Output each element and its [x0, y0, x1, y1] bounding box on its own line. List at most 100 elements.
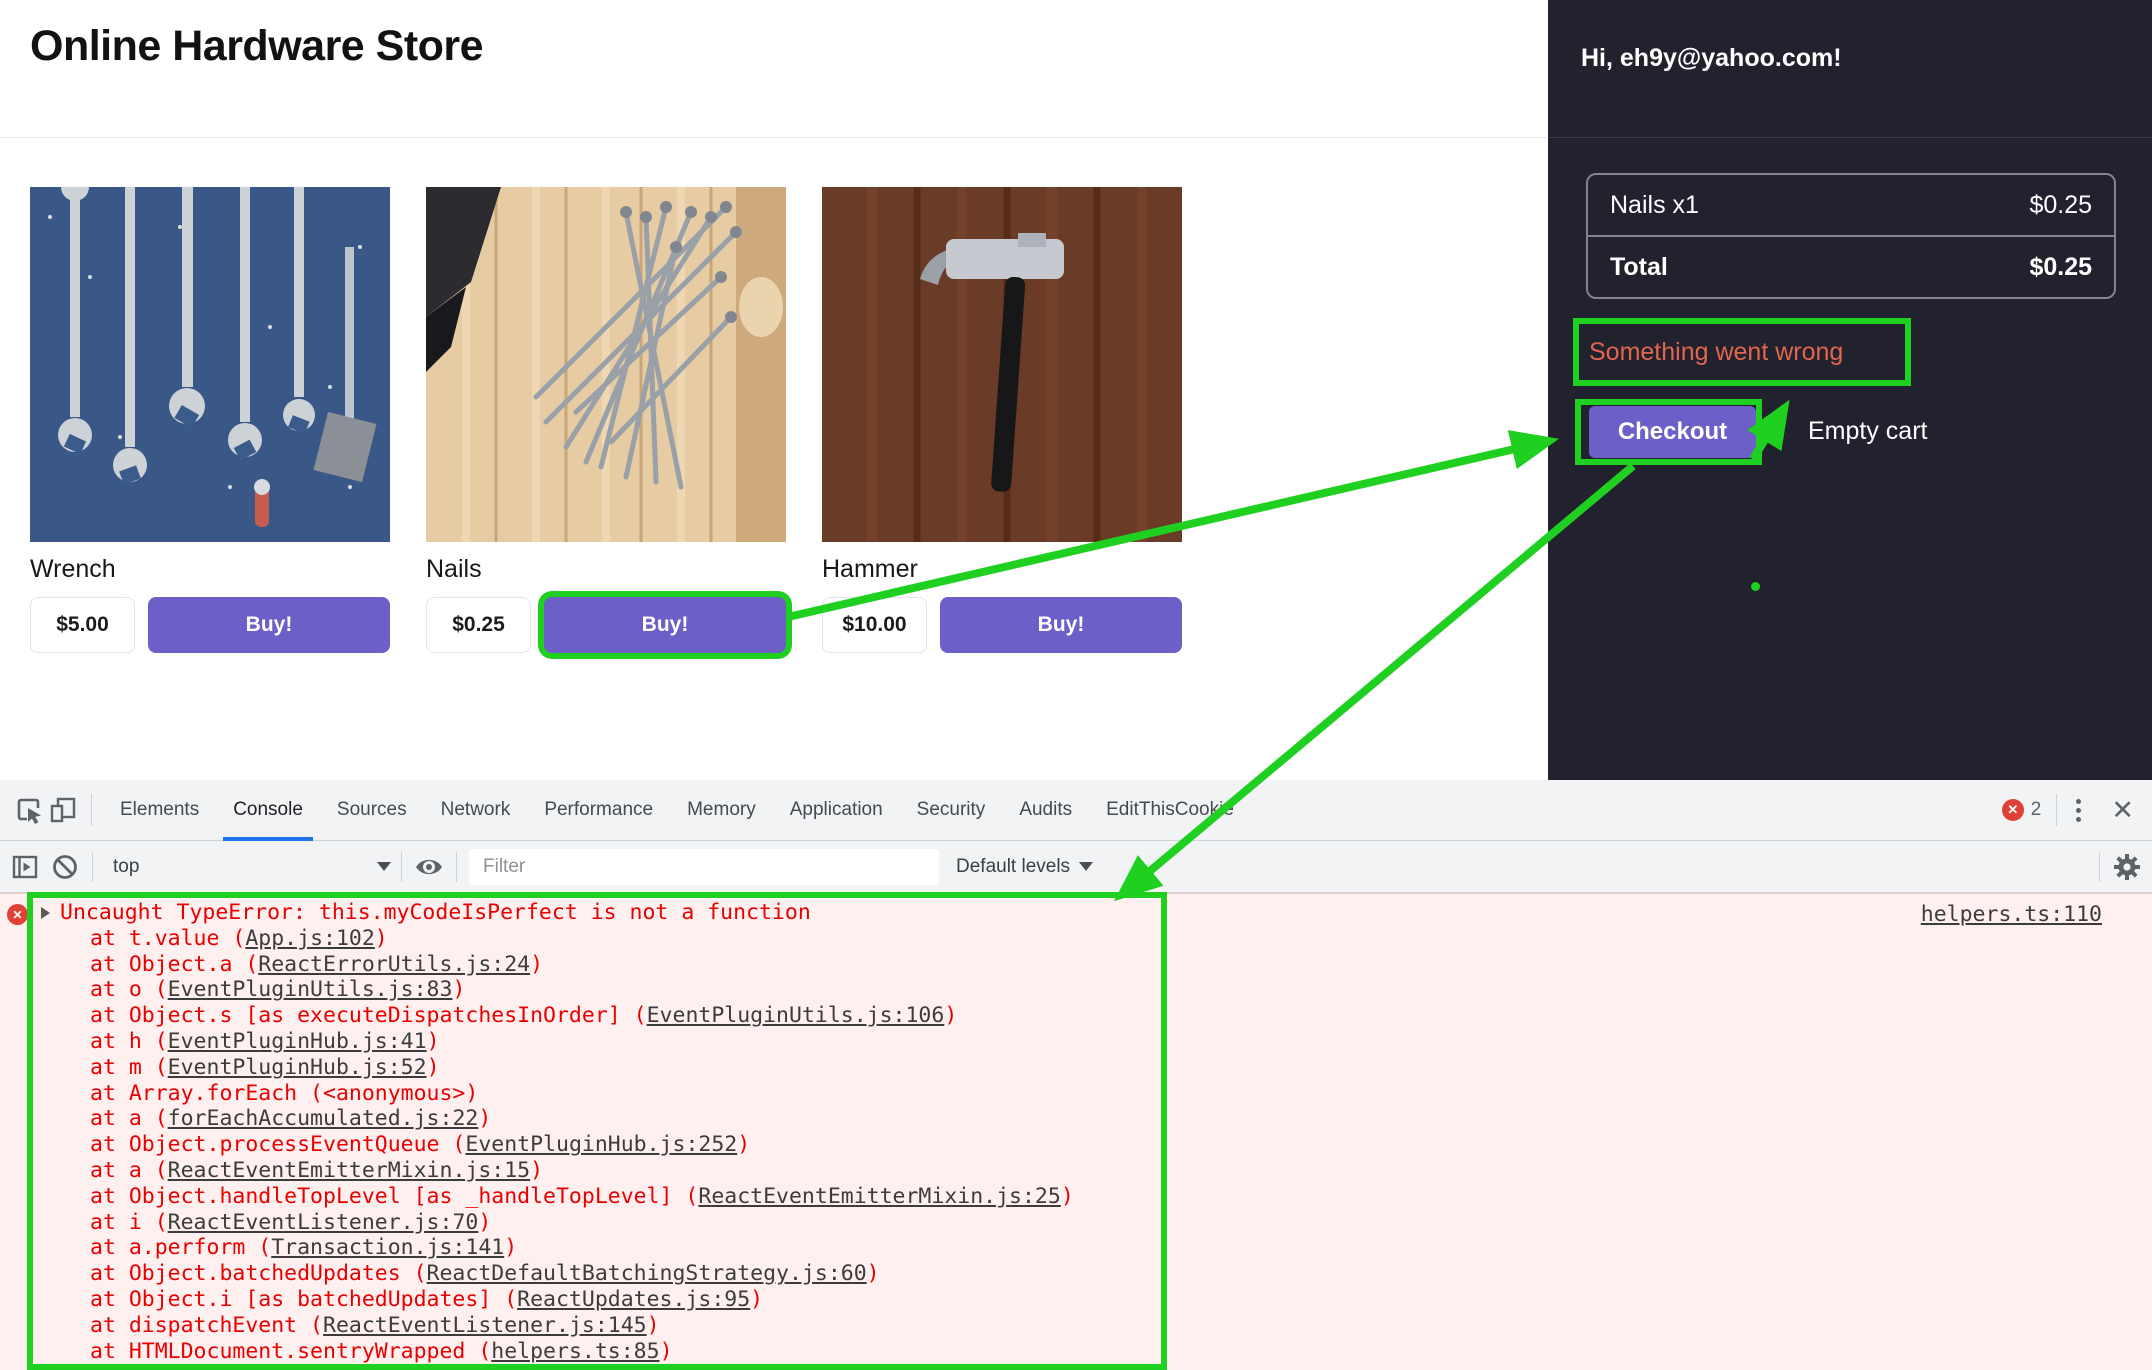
inspect-icon[interactable] [12, 793, 46, 827]
stack-frame: at h (EventPluginHub.js:41) [33, 1029, 1161, 1055]
cart-total-row: Total $0.25 [1588, 235, 2114, 297]
error-badge-icon[interactable]: ✕ [2002, 799, 2024, 821]
stack-frame: at HTMLDocument.sentryWrapped (helpers.t… [33, 1339, 1161, 1365]
stack-source-link[interactable]: ReactErrorUtils.js:24 [258, 952, 530, 977]
toolbar-separator [92, 852, 93, 882]
filter-input[interactable] [469, 849, 939, 885]
stack-frame-text: at Object.batchedUpdates ( [90, 1261, 427, 1286]
devtools-tabbar: ElementsConsoleSourcesNetworkPerformance… [0, 780, 2152, 841]
stack-frame: at Object.processEventQueue (EventPlugin… [33, 1132, 1161, 1158]
context-dropdown[interactable]: top [103, 856, 391, 878]
stack-frame-text: ) [867, 1261, 880, 1286]
stack-frame: at Object.handleTopLevel [as _handleTopL… [33, 1184, 1161, 1210]
tab-console[interactable]: Console [216, 780, 320, 841]
close-icon[interactable]: ✕ [2111, 797, 2134, 824]
toolbar-separator [2099, 852, 2100, 882]
stack-source-link[interactable]: helpers.ts:85 [491, 1339, 659, 1364]
stack-frame-text: ) [478, 1106, 491, 1131]
stack-source-link[interactable]: ReactEventListener.js:70 [168, 1210, 479, 1235]
console-error-highlight: Uncaught TypeError: this.myCodeIsPerfect… [27, 892, 1167, 1370]
buy-button-wrench[interactable]: Buy! [148, 597, 390, 653]
stack-source-link[interactable]: EventPluginHub.js:252 [465, 1132, 737, 1157]
stack-frame-text: at Object.s [as executeDispatchesInOrder… [90, 1003, 647, 1028]
stack-frame: at a (forEachAccumulated.js:22) [33, 1106, 1161, 1132]
empty-cart-link[interactable]: Empty cart [1808, 417, 1927, 446]
product-price: $10.00 [822, 597, 927, 653]
cart-total-label: Total [1610, 253, 1668, 282]
stack-source-link[interactable]: ReactEventListener.js:145 [323, 1313, 647, 1338]
stack-frame-text: ) [375, 926, 388, 951]
user-greeting: Hi, eh9y@yahoo.com! [1581, 44, 1842, 73]
toolbar-separator [456, 852, 457, 882]
stack-frame-text: ) [427, 1029, 440, 1054]
toolbar-separator [401, 852, 402, 882]
stack-source-link[interactable]: forEachAccumulated.js:22 [168, 1106, 479, 1131]
tab-audits[interactable]: Audits [1002, 780, 1089, 841]
product-price: $0.25 [426, 597, 531, 653]
tabbar-separator [2056, 794, 2057, 826]
chevron-down-icon [377, 862, 391, 871]
stack-source-link[interactable]: ReactEventEmitterMixin.js:15 [168, 1158, 530, 1183]
kebab-menu-icon[interactable] [2072, 795, 2085, 826]
stack-frame: at m (EventPluginHub.js:52) [33, 1055, 1161, 1081]
console-sidebar-icon[interactable] [8, 850, 42, 884]
eye-icon[interactable] [412, 850, 446, 884]
stack-source-link[interactable]: EventPluginUtils.js:106 [647, 1003, 945, 1028]
buy-button-nails[interactable]: Buy! [544, 597, 786, 653]
stack-frame-text: at a ( [90, 1106, 168, 1131]
stack-frame: at t.value (App.js:102) [33, 926, 1161, 952]
stack-source-link[interactable]: EventPluginHub.js:41 [168, 1029, 427, 1054]
nails-product-image [426, 187, 786, 542]
tab-editthiscookie[interactable]: EditThisCookie [1089, 780, 1251, 841]
stack-frame-text: at o ( [90, 977, 168, 1002]
stack-source-link[interactable]: ReactDefaultBatchingStrategy.js:60 [427, 1261, 867, 1286]
tabbar-separator [91, 794, 92, 826]
stack-frame-text: at Array.forEach (<anonymous>) [90, 1081, 478, 1106]
stack-source-link[interactable]: ReactUpdates.js:95 [517, 1287, 750, 1312]
checkout-button[interactable]: Checkout [1589, 406, 1756, 458]
gear-icon[interactable] [2110, 850, 2144, 884]
stack-frame-text: ) [944, 1003, 957, 1028]
tab-sources[interactable]: Sources [320, 780, 424, 841]
stack-source-link[interactable]: Transaction.js:141 [271, 1235, 504, 1260]
tab-security[interactable]: Security [900, 780, 1003, 841]
cart-item-label: Nails x1 [1610, 191, 1699, 220]
product-card-wrench: Wrench $5.00 Buy! [30, 187, 390, 653]
stack-frame-text: at m ( [90, 1055, 168, 1080]
tab-elements[interactable]: Elements [103, 780, 216, 841]
stack-frame-text: at a.perform ( [90, 1235, 271, 1260]
tab-memory[interactable]: Memory [670, 780, 773, 841]
stack-frame-text: at Object.processEventQueue ( [90, 1132, 465, 1157]
error-circle-icon: ✕ [7, 904, 28, 925]
stack-frame: at a.perform (Transaction.js:141) [33, 1235, 1161, 1261]
stack-frame: at dispatchEvent (ReactEventListener.js:… [33, 1313, 1161, 1339]
stack-source-link[interactable]: App.js:102 [245, 926, 374, 951]
context-value: top [113, 856, 139, 878]
stack-source-link[interactable]: EventPluginUtils.js:83 [168, 977, 453, 1002]
product-price: $5.00 [30, 597, 135, 653]
clear-console-icon[interactable] [48, 850, 82, 884]
tab-performance[interactable]: Performance [527, 780, 670, 841]
tab-network[interactable]: Network [424, 780, 528, 841]
stack-source-link[interactable]: ReactEventEmitterMixin.js:25 [698, 1184, 1060, 1209]
stack-frame-text: ) [660, 1339, 673, 1364]
stack-frame: at a (ReactEventEmitterMixin.js:15) [33, 1158, 1161, 1184]
tab-application[interactable]: Application [773, 780, 900, 841]
stack-frame-text: ) [530, 1158, 543, 1183]
stack-source-link[interactable]: EventPluginHub.js:52 [168, 1055, 427, 1080]
stack-frame-text: ) [737, 1132, 750, 1157]
log-levels-dropdown[interactable]: Default levels [956, 856, 1093, 878]
toolbar-right-controls [2089, 850, 2144, 884]
stack-frame: at Object.batchedUpdates (ReactDefaultBa… [33, 1261, 1161, 1287]
devtools-panel: ElementsConsoleSourcesNetworkPerformance… [0, 780, 2152, 1370]
stack-frame: at Object.a (ReactErrorUtils.js:24) [33, 952, 1161, 978]
product-name: Nails [426, 555, 786, 584]
device-toolbar-icon[interactable] [46, 793, 80, 827]
chevron-down-icon [1079, 862, 1093, 871]
product-name: Hammer [822, 555, 1182, 584]
console-error-message[interactable]: Uncaught TypeError: this.myCodeIsPerfect… [33, 900, 1161, 926]
buy-button-hammer[interactable]: Buy! [940, 597, 1182, 653]
console-output: ✕ Uncaught TypeError: this.myCodeIsPerfe… [0, 893, 2152, 1370]
stack-frame-text: ) [452, 977, 465, 1002]
console-source-link[interactable]: helpers.ts:110 [1921, 902, 2102, 927]
